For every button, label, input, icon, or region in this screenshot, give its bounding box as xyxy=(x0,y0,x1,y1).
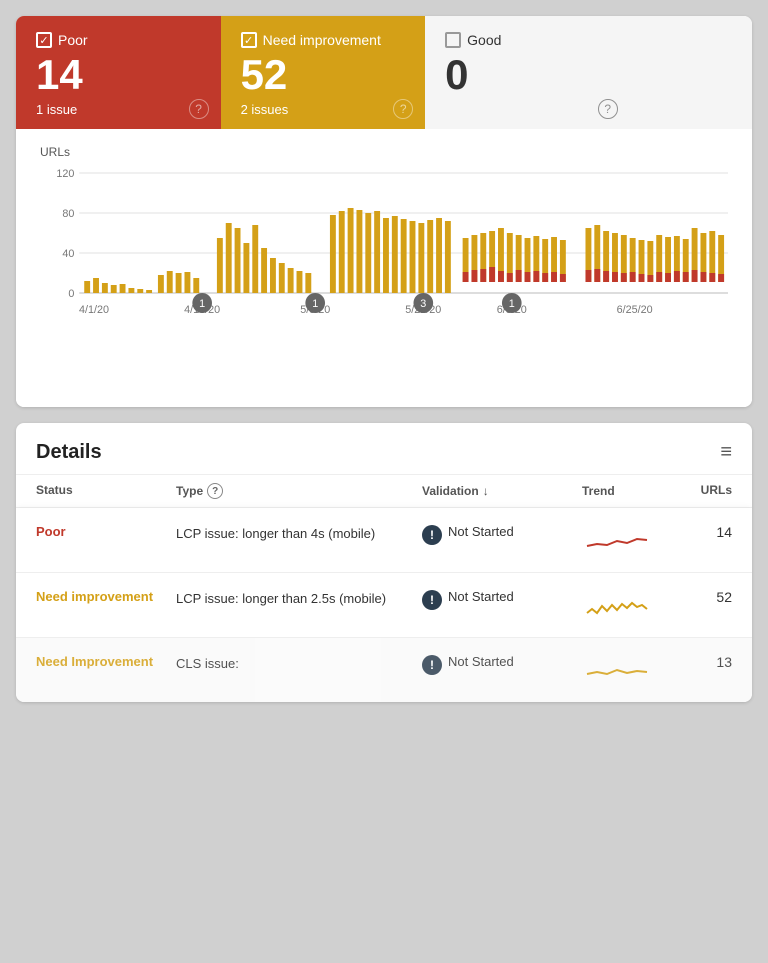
chart-svg: 120 80 40 0 xyxy=(40,163,728,383)
svg-text:1: 1 xyxy=(199,298,205,310)
col-trend-header: Trend xyxy=(582,483,682,499)
row3-status: Need Improvement xyxy=(36,654,176,669)
tile-need-number: 52 xyxy=(241,52,406,98)
row3-urls: 13 xyxy=(682,654,732,670)
chart-container: 120 80 40 0 xyxy=(40,163,728,383)
tile-good-text: Good xyxy=(467,32,501,48)
row1-urls: 14 xyxy=(682,524,732,540)
tile-poor-help[interactable]: ? xyxy=(189,99,209,119)
details-title: Details xyxy=(36,441,102,464)
row1-trend xyxy=(582,524,682,556)
row2-validation: ! Not Started xyxy=(422,589,582,610)
col-validation-header[interactable]: Validation ↓ xyxy=(422,483,582,499)
col-type-header: Type ? xyxy=(176,483,422,499)
row1-validation: ! Not Started xyxy=(422,524,582,545)
tile-poor-sub: 1 issue xyxy=(36,102,201,117)
row3-trend xyxy=(582,654,682,686)
tile-need-label: ✓ Need improvement xyxy=(241,32,406,48)
svg-text:40: 40 xyxy=(62,248,74,260)
svg-text:1: 1 xyxy=(312,298,318,310)
sort-icon: ↓ xyxy=(483,484,489,498)
svg-text:120: 120 xyxy=(56,168,74,180)
chart-y-label: URLs xyxy=(40,145,728,159)
tile-need-text: Need improvement xyxy=(263,32,381,48)
validation-icon: ! xyxy=(422,590,442,610)
svg-text:80: 80 xyxy=(62,208,74,220)
tile-need[interactable]: ✓ Need improvement 52 2 issues ? xyxy=(221,16,426,129)
trend-need2-svg xyxy=(582,656,652,686)
validation-icon: ! xyxy=(422,525,442,545)
row2-status: Need improvement xyxy=(36,589,176,604)
trend-poor-svg xyxy=(582,526,652,556)
row2-type: LCP issue: longer than 2.5s (mobile) xyxy=(176,589,422,609)
row3-validation: ! Not Started xyxy=(422,654,582,675)
tile-good[interactable]: Good 0 ? xyxy=(425,16,630,129)
table-row: Need improvement LCP issue: longer than … xyxy=(16,573,752,638)
row2-trend xyxy=(582,589,682,621)
tile-good-help[interactable]: ? xyxy=(598,99,618,119)
tile-need-help[interactable]: ? xyxy=(393,99,413,119)
checkbox-poor-icon: ✓ xyxy=(36,32,52,48)
details-header: Details ≡ xyxy=(16,423,752,475)
tile-poor-text: Poor xyxy=(58,32,88,48)
tile-poor-label: ✓ Poor xyxy=(36,32,201,48)
row2-urls: 52 xyxy=(682,589,732,605)
filter-icon[interactable]: ≡ xyxy=(720,441,732,464)
row3-type: CLS issue: xyxy=(176,654,422,674)
svg-text:0: 0 xyxy=(68,288,74,300)
svg-text:6/25/20: 6/25/20 xyxy=(617,304,653,316)
row1-type: LCP issue: longer than 4s (mobile) xyxy=(176,524,422,544)
status-card: ✓ Poor 14 1 issue ? ✓ Need improvement 5… xyxy=(16,16,752,407)
row1-status: Poor xyxy=(36,524,176,539)
tile-poor[interactable]: ✓ Poor 14 1 issue ? xyxy=(16,16,221,129)
chart-area: URLs 120 80 40 0 xyxy=(16,129,752,407)
svg-text:1: 1 xyxy=(509,298,515,310)
table-row: Need Improvement CLS issue: ! Not Starte… xyxy=(16,638,752,702)
tile-good-label: Good xyxy=(445,32,610,48)
details-card: Details ≡ Status Type ? Validation ↓ Tre… xyxy=(16,423,752,702)
col-urls-header: URLs xyxy=(682,483,732,499)
checkbox-need-icon: ✓ xyxy=(241,32,257,48)
table-row: Poor LCP issue: longer than 4s (mobile) … xyxy=(16,508,752,573)
tile-need-sub: 2 issues xyxy=(241,102,406,117)
status-tiles: ✓ Poor 14 1 issue ? ✓ Need improvement 5… xyxy=(16,16,752,129)
tile-empty xyxy=(630,16,752,129)
checkbox-good-icon xyxy=(445,32,461,48)
trend-need-svg xyxy=(582,591,652,621)
type-help-icon[interactable]: ? xyxy=(207,483,223,499)
svg-text:4/1/20: 4/1/20 xyxy=(79,304,109,316)
svg-text:3: 3 xyxy=(420,298,426,310)
tile-poor-number: 14 xyxy=(36,52,201,98)
tile-good-number: 0 xyxy=(445,52,610,98)
col-status-header: Status xyxy=(36,483,176,499)
validation-icon: ! xyxy=(422,655,442,675)
table-header: Status Type ? Validation ↓ Trend URLs xyxy=(16,475,752,508)
